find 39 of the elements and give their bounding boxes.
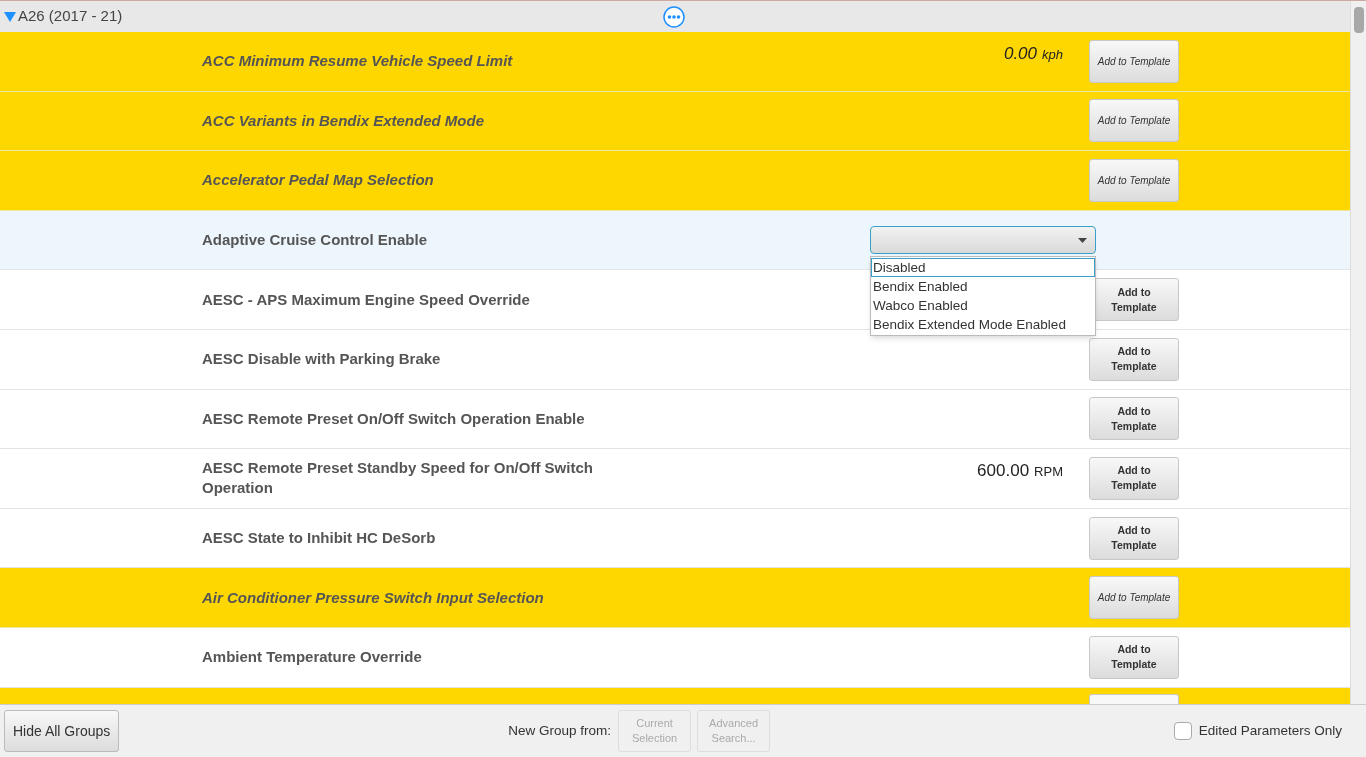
add-to-template-button[interactable]: Add to Template	[1089, 456, 1179, 500]
add-to-template-button[interactable]: Add to Template	[1089, 159, 1179, 202]
add-to-template-button[interactable]: Add to Template	[1089, 39, 1179, 83]
add-to-template-button[interactable]: Add to Template	[1089, 635, 1179, 679]
parameter-name: Adaptive Cruise Control Enable	[202, 230, 429, 251]
add-to-template-button[interactable]: Add to Template	[1089, 576, 1179, 620]
add-to-template-button[interactable]: Add to Template	[1089, 397, 1179, 441]
group-title: A26 (2017 - 21)	[18, 6, 123, 27]
parameter-row[interactable]: ACC Minimum Resume Vehicle Speed Limit 0.00 kph Add to Template	[0, 32, 1350, 92]
add-to-template-button[interactable]: Add to Template	[1089, 99, 1179, 143]
parameter-name: Accelerator Pedal Map Selection	[202, 170, 435, 191]
new-group-label: New Group from:	[508, 721, 612, 740]
hide-all-groups-button[interactable]: Hide All Groups	[4, 710, 120, 752]
parameter-name: AESC Disable with Parking Brake	[202, 349, 442, 370]
parameter-name: ACC Variants in Bendix Extended Mode	[202, 110, 485, 131]
caret-icon	[1078, 237, 1087, 243]
more-options-icon[interactable]	[663, 6, 685, 28]
dropdown[interactable]	[870, 226, 1096, 255]
parameter-name: ACC Minimum Resume Vehicle Speed Limit	[202, 51, 514, 72]
parameter-row[interactable]: Air Conditioner Pressure Switch Input Selection Add to Template	[0, 568, 1350, 628]
add-to-template-button[interactable]: Add to Template	[1089, 516, 1179, 560]
parameter-name: Ambient Temperature Override	[202, 647, 423, 668]
add-to-template-button[interactable]: Add to Template	[1089, 337, 1179, 381]
parameter-name: AESC State to Inhibit HC DeSorb	[202, 528, 437, 549]
parameter-row[interactable]: ACC Variants in Bendix Extended Mode Add to Template	[0, 91, 1350, 152]
parameter-name: AESC Remote Preset On/Off Switch Operation Enable	[202, 408, 586, 429]
collapse-triangle-icon[interactable]	[4, 10, 16, 23]
dropdown-option[interactable]: Disabled	[871, 258, 1095, 278]
add-to-template-button[interactable]	[1089, 693, 1179, 704]
parameter-name: AESC - APS Maximum Engine Speed Override	[202, 289, 531, 310]
group-header[interactable]: A26 (2017 - 21)	[0, 1, 1350, 32]
parameter-name: AESC Remote Preset Standby Speed for On/Off Switch Operation	[202, 458, 594, 499]
parameter-name: Air Conditioner Pressure Switch Input Selection	[202, 587, 545, 608]
scrollbar[interactable]	[1350, 1, 1366, 704]
checkbox[interactable]	[1173, 722, 1192, 740]
checkbox-label: Edited Parameters Only	[1198, 721, 1342, 740]
parameter-value: 0.00 kph	[1003, 43, 1063, 65]
parameter-row[interactable]: Accelerator Pedal Map Selection Add to Template	[0, 151, 1350, 211]
parameter-value: 600.00 RPM	[977, 460, 1063, 483]
